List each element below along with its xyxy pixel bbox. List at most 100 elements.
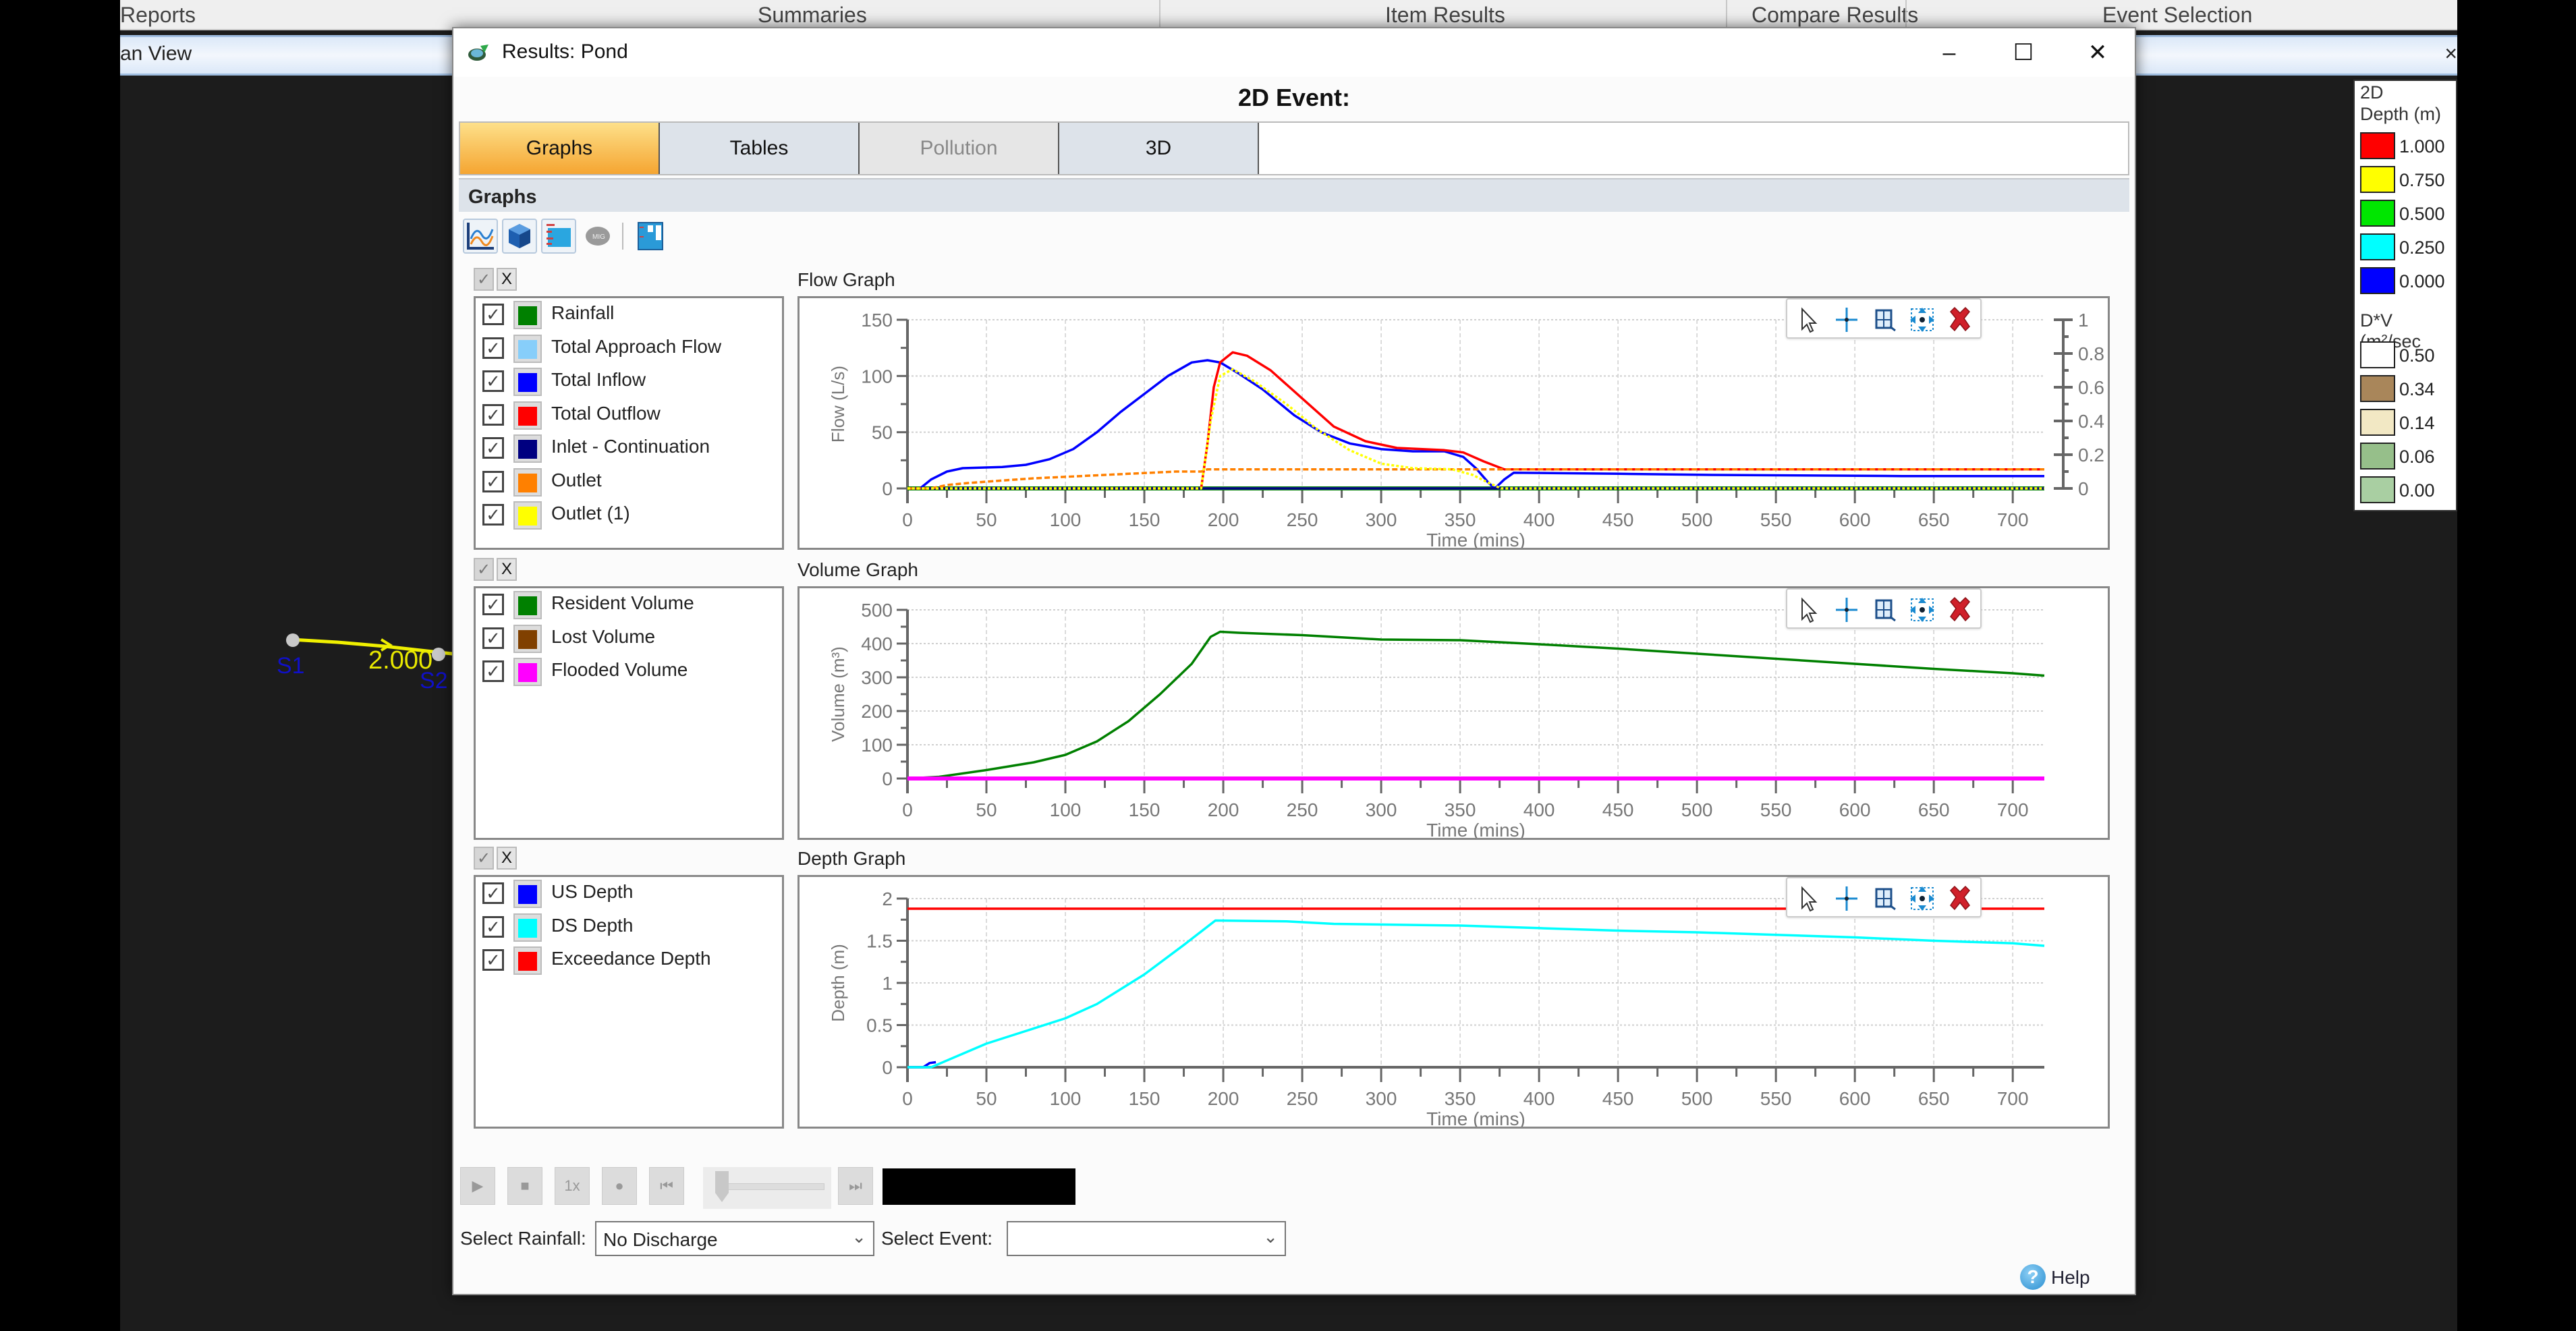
- series-legend-item[interactable]: ✓ US Depth: [480, 878, 777, 908]
- zoom-box-tool-icon[interactable]: [1870, 305, 1899, 335]
- map-node-s1[interactable]: [286, 633, 300, 647]
- series-legend-item[interactable]: ✓ DS Depth: [480, 912, 777, 942]
- select-event-dropdown[interactable]: ⌄: [1007, 1221, 1286, 1256]
- skip-start-button[interactable]: ⏮: [649, 1167, 684, 1205]
- series-legend-item[interactable]: ✓ Flooded Volume: [480, 656, 777, 686]
- series-checkbox[interactable]: ✓: [482, 304, 504, 325]
- tab-tables[interactable]: Tables: [660, 123, 860, 174]
- pan-tool-icon[interactable]: [1907, 305, 1937, 335]
- series-checkbox[interactable]: ✓: [482, 470, 504, 492]
- series-color-button[interactable]: [513, 301, 542, 329]
- remove-tool-icon[interactable]: [1945, 884, 1975, 913]
- menu-compare-results[interactable]: Compare Results: [1752, 3, 1918, 28]
- series-checkbox[interactable]: ✓: [482, 882, 504, 904]
- tab-graphs[interactable]: Graphs: [460, 123, 660, 174]
- series-color-button[interactable]: [513, 401, 542, 430]
- series-legend-item[interactable]: ✓ Rainfall: [480, 300, 777, 329]
- speed-button[interactable]: 1x: [555, 1167, 590, 1205]
- 3d-view-button[interactable]: [502, 219, 537, 254]
- series-color-button[interactable]: [513, 913, 542, 942]
- record-button[interactable]: ●: [602, 1167, 637, 1205]
- zoom-box-tool-icon[interactable]: [1870, 595, 1899, 625]
- crosshair-tool-icon[interactable]: [1832, 305, 1861, 335]
- skip-end-button[interactable]: ⏭: [838, 1167, 873, 1205]
- tab-3d[interactable]: 3D: [1059, 123, 1259, 174]
- time-slider[interactable]: [703, 1167, 831, 1209]
- play-button[interactable]: ▶: [460, 1167, 495, 1205]
- depth-graph-title: Depth Graph: [797, 848, 906, 869]
- series-color-button[interactable]: [513, 658, 542, 686]
- remove-tool-icon[interactable]: [1945, 305, 1975, 335]
- series-color-button[interactable]: [513, 434, 542, 463]
- crosshair-tool-icon[interactable]: [1832, 595, 1861, 625]
- series-color-button[interactable]: [513, 624, 542, 653]
- line-graph-button[interactable]: [463, 219, 498, 254]
- check-all-button[interactable]: ✓: [474, 558, 494, 581]
- series-checkbox[interactable]: ✓: [482, 915, 504, 938]
- close-button[interactable]: ✕: [2061, 28, 2135, 77]
- series-checkbox[interactable]: ✓: [482, 370, 504, 392]
- series-checkbox[interactable]: ✓: [482, 403, 504, 426]
- check-all-button[interactable]: ✓: [474, 268, 494, 291]
- series-checkbox[interactable]: ✓: [482, 594, 504, 615]
- column-chart-button[interactable]: [633, 219, 668, 254]
- series-name: Outlet: [551, 469, 602, 490]
- pointer-tool-icon[interactable]: [1794, 595, 1824, 625]
- column-chart-icon: [638, 222, 663, 250]
- series-legend-item[interactable]: ✓ Total Approach Flow: [480, 333, 777, 363]
- pointer-tool-icon[interactable]: [1794, 305, 1824, 335]
- stop-button[interactable]: ■: [507, 1167, 542, 1205]
- series-color-button[interactable]: [513, 368, 542, 396]
- title-bar[interactable]: Results: Pond – ☐ ✕: [453, 28, 2135, 77]
- series-checkbox[interactable]: ✓: [482, 949, 504, 971]
- series-color-button[interactable]: [513, 591, 542, 619]
- menu-item-results[interactable]: Item Results: [1385, 3, 1505, 28]
- series-color-button[interactable]: [513, 468, 542, 497]
- plan-view-close-button[interactable]: ×: [2444, 41, 2457, 66]
- series-checkbox[interactable]: ✓: [482, 660, 504, 682]
- series-checkbox[interactable]: ✓: [482, 337, 504, 359]
- series-line-outlet[interactable]: [907, 468, 2044, 490]
- series-legend-item[interactable]: ✓ Outlet: [480, 467, 777, 497]
- minimize-button[interactable]: –: [1912, 28, 1986, 77]
- uncheck-all-button[interactable]: X: [497, 268, 517, 291]
- help-button[interactable]: ? Help: [2020, 1264, 2108, 1291]
- series-name: Resident Volume: [551, 592, 694, 613]
- series-legend-item[interactable]: ✓ Outlet (1): [480, 500, 777, 530]
- check-all-button[interactable]: ✓: [474, 847, 494, 870]
- map-node-s2[interactable]: [432, 648, 445, 661]
- pan-tool-icon[interactable]: [1907, 884, 1937, 913]
- menu-reports[interactable]: Reports: [120, 3, 196, 28]
- series-checkbox[interactable]: ✓: [482, 504, 504, 526]
- zoom-box-tool-icon[interactable]: [1870, 884, 1899, 913]
- remove-tool-icon[interactable]: [1945, 595, 1975, 625]
- series-line-ds-depth[interactable]: [907, 919, 2045, 1069]
- menu-event-selection[interactable]: Event Selection: [2102, 3, 2252, 28]
- series-color-button[interactable]: [513, 946, 542, 975]
- series-legend-item[interactable]: ✓ Exceedance Depth: [480, 945, 777, 975]
- table-view-button[interactable]: [541, 219, 576, 254]
- menu-summaries[interactable]: Summaries: [758, 3, 867, 28]
- pointer-tool-icon[interactable]: [1794, 884, 1824, 913]
- crosshair-tool-icon[interactable]: [1832, 884, 1861, 913]
- maximize-button[interactable]: ☐: [1986, 28, 2061, 77]
- series-line-outlet-1-[interactable]: [907, 368, 2044, 490]
- uncheck-all-button[interactable]: X: [497, 847, 517, 870]
- series-color-button[interactable]: [513, 501, 542, 530]
- series-legend-item[interactable]: ✓ Total Inflow: [480, 366, 777, 396]
- series-legend-item[interactable]: ✓ Resident Volume: [480, 590, 777, 619]
- series-legend-item[interactable]: ✓ Inlet - Continuation: [480, 433, 777, 463]
- series-line-resident-volume[interactable]: [907, 630, 2045, 780]
- tab-pollution[interactable]: Pollution: [860, 123, 1059, 174]
- slider-thumb[interactable]: [715, 1171, 729, 1202]
- series-color-button[interactable]: [513, 880, 542, 908]
- series-legend-item[interactable]: ✓ Lost Volume: [480, 623, 777, 653]
- uncheck-all-button[interactable]: X: [497, 558, 517, 581]
- pollution-button[interactable]: MIG: [580, 219, 615, 254]
- select-rainfall-dropdown[interactable]: No Discharge ⌄: [595, 1221, 874, 1256]
- series-checkbox[interactable]: ✓: [482, 627, 504, 649]
- series-color-button[interactable]: [513, 334, 542, 363]
- series-checkbox[interactable]: ✓: [482, 437, 504, 459]
- series-legend-item[interactable]: ✓ Total Outflow: [480, 400, 777, 430]
- pan-tool-icon[interactable]: [1907, 595, 1937, 625]
